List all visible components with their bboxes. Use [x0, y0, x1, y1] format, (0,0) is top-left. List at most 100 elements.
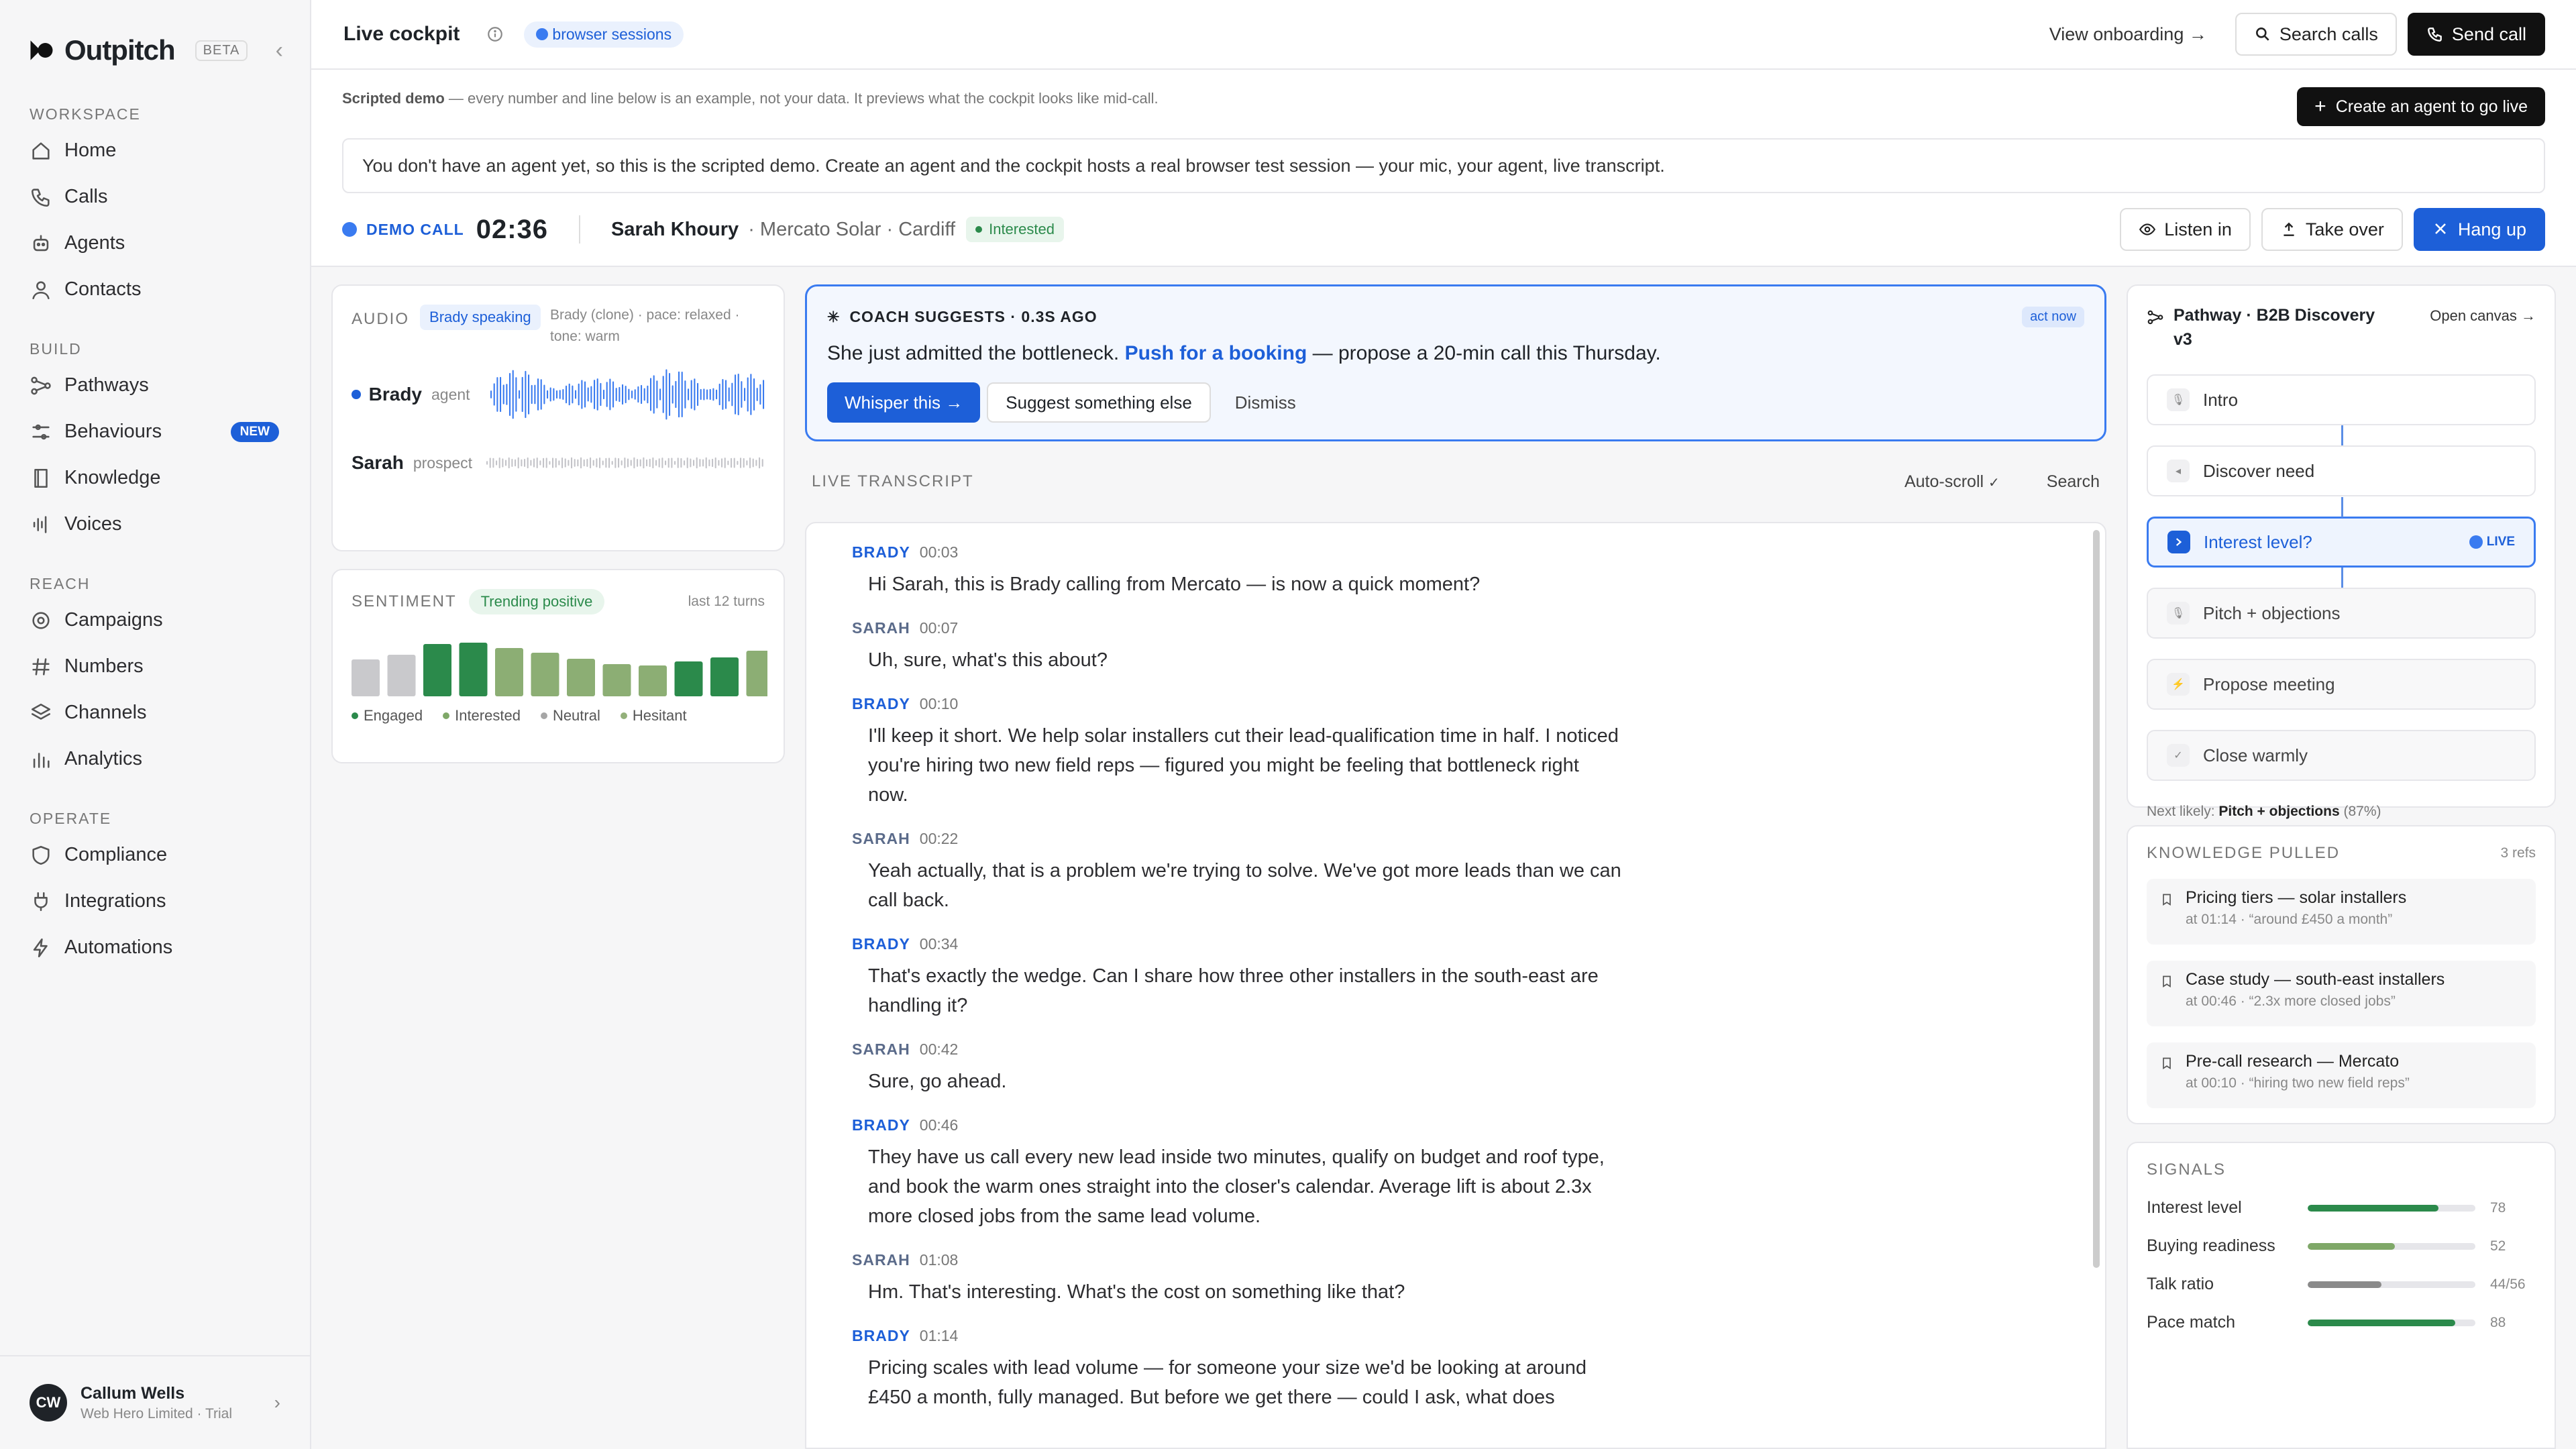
- whisper-button[interactable]: Whisper this →: [827, 382, 981, 423]
- waveform-bar: [712, 388, 714, 401]
- pathway-step[interactable]: ◂ Discover need: [2147, 425, 2536, 496]
- search-calls-button[interactable]: Search calls: [2235, 13, 2397, 56]
- waveform-bar: [602, 389, 604, 400]
- pathway-step[interactable]: ⚡ Propose meeting: [2147, 659, 2536, 710]
- signal-value: 44/56: [2490, 1276, 2526, 1292]
- sidebar-item-numbers[interactable]: Numbers: [0, 643, 310, 690]
- speaking-badge: Brady speaking: [420, 305, 541, 330]
- step-connector: [2341, 497, 2343, 517]
- waveform-bar: [683, 460, 685, 466]
- transcript-turn: BRADY 00:03 Hi Sarah, this is Brady callin…: [852, 543, 1623, 599]
- knowledge-item[interactable]: Pre-call research — Mercato at 00:10 · “h…: [2147, 1042, 2536, 1108]
- hang-up-button[interactable]: Hang up: [2413, 208, 2545, 251]
- waveform-bar: [553, 388, 555, 401]
- next-pct: (87%): [2343, 804, 2381, 819]
- view-onboarding-link[interactable]: View onboarding →: [2049, 24, 2207, 45]
- waveform-bar: [759, 384, 761, 405]
- user-menu[interactable]: CW Callum Wells Web Hero Limited · Trial…: [0, 1355, 310, 1449]
- auto-scroll-toggle[interactable]: Auto-scroll ✓: [1904, 472, 2000, 492]
- sidebar-item-contacts[interactable]: Contacts: [0, 266, 310, 313]
- pathway-step[interactable]: 🎙 Pitch + objections: [2147, 568, 2536, 639]
- waveform-bar: [668, 372, 670, 417]
- signals-list: Interest level 78 Buying readiness 52 Talk r…: [2147, 1189, 2536, 1342]
- waveform-bar: [531, 384, 533, 405]
- sentiment-bar: [674, 661, 703, 696]
- open-canvas-link[interactable]: Open canvas →: [2430, 307, 2536, 325]
- waveform-bar: [745, 460, 748, 466]
- sidebar-item-behaviours[interactable]: Behaviours NEW: [0, 409, 310, 455]
- legend-label: Engaged: [364, 707, 423, 724]
- send-call-button[interactable]: Send call: [2407, 13, 2545, 56]
- pathway-title: Pathway · B2B Discovery v3: [2174, 306, 2375, 349]
- waveform-bar: [734, 374, 736, 415]
- legend-dot-icon: [620, 712, 627, 719]
- sidebar-item-pathways[interactable]: Pathways: [0, 362, 310, 409]
- sidebar-item-knowledge[interactable]: Knowledge: [0, 455, 310, 501]
- knowledge-title: Case study — south-east installers: [2186, 970, 2445, 989]
- speaker-label: SARAH: [852, 830, 910, 847]
- sidebar-item-automations[interactable]: Automations: [0, 924, 310, 971]
- sidebar-item-channels[interactable]: Channels: [0, 690, 310, 736]
- shield-icon: [30, 844, 52, 867]
- signal-bar: [2308, 1281, 2475, 1288]
- dismiss-button[interactable]: Dismiss: [1218, 392, 1313, 413]
- speaker-label: BRADY: [852, 543, 910, 561]
- info-icon[interactable]: [486, 25, 504, 43]
- sidebar-item-label: Pathways: [64, 374, 149, 396]
- waveform-bar: [705, 457, 707, 469]
- sidebar-item-integrations[interactable]: Integrations: [0, 878, 310, 924]
- knowledge-item[interactable]: Pricing tiers — solar installers at 01:14…: [2147, 879, 2536, 945]
- transcript-list: BRADY 00:03 Hi Sarah, this is Brady callin…: [805, 522, 2106, 1449]
- waveform-bar: [486, 461, 488, 465]
- waveform-bar: [589, 457, 591, 469]
- waveform-bar: [749, 457, 751, 469]
- transcript-scrollbar[interactable]: [2093, 530, 2100, 1268]
- turn-timestamp: 00:34: [919, 935, 959, 953]
- sidebar-item-agents[interactable]: Agents: [0, 220, 310, 266]
- turn-header: BRADY 00:10: [852, 695, 1623, 713]
- sidebar-item-label: Home: [64, 140, 117, 161]
- chart-icon: [30, 748, 52, 771]
- sidebar-item-compliance[interactable]: Compliance: [0, 832, 310, 878]
- waveform-bar: [617, 458, 619, 468]
- next-label: Next likely:: [2147, 804, 2219, 819]
- waveform-bar: [615, 388, 617, 401]
- pathway-step[interactable]: Interest level? LIVE: [2147, 497, 2536, 568]
- pathway-step[interactable]: 🎙 Intro: [2147, 374, 2536, 425]
- sidebar-item-campaigns[interactable]: Campaigns: [0, 597, 310, 643]
- sidebar-item-calls[interactable]: Calls: [0, 174, 310, 220]
- transcript-search-button[interactable]: Search: [2047, 472, 2100, 492]
- live-label: LIVE: [2486, 535, 2515, 549]
- outpitch-logo-icon[interactable]: [27, 36, 56, 65]
- waveform-bar: [706, 389, 708, 400]
- pathway-step[interactable]: ✓ Close warmly: [2147, 730, 2536, 781]
- waveform-bar: [548, 461, 551, 465]
- topbar: Live cockpit browser sessions View onboa…: [311, 0, 2576, 70]
- listen-in-button[interactable]: Listen in: [2120, 208, 2251, 251]
- waveform-bar: [628, 388, 630, 400]
- collapse-sidebar-icon[interactable]: ‹: [276, 38, 283, 64]
- coach-msg-pre: She just admitted the bottleneck.: [827, 342, 1125, 364]
- turn-text: Uh, sure, what's this about?: [868, 649, 1108, 671]
- waveform-bar: [640, 384, 642, 405]
- waveform-bar: [606, 382, 608, 407]
- waveform-bar: [722, 378, 724, 411]
- transcript-turn: BRADY 01:14 Pricing scales with lead volum…: [852, 1327, 1623, 1412]
- sidebar-item-home[interactable]: Home: [0, 127, 310, 174]
- sidebar-item-label: Agents: [64, 232, 125, 254]
- caller-name: Sarah Khoury: [611, 218, 739, 240]
- waveform-bar: [555, 458, 557, 468]
- sidebar-item-voices[interactable]: Voices: [0, 501, 310, 547]
- waveform-bar: [750, 374, 752, 415]
- waveform-bar: [656, 380, 658, 409]
- sidebar-item-analytics[interactable]: Analytics: [0, 736, 310, 782]
- turn-timestamp: 00:10: [919, 695, 959, 712]
- sidebar-item-label: Automations: [64, 936, 173, 958]
- create-agent-button[interactable]: + Create an agent to go live: [2297, 87, 2545, 126]
- sentiment-bar: [531, 653, 559, 696]
- take-over-button[interactable]: Take over: [2261, 208, 2403, 251]
- waveform-bar: [619, 386, 621, 402]
- knowledge-item[interactable]: Case study — south-east installers at 00:…: [2147, 961, 2536, 1026]
- demo-call-tag: DEMO CALL: [342, 221, 464, 239]
- suggest-else-button[interactable]: Suggest something else: [987, 382, 1211, 423]
